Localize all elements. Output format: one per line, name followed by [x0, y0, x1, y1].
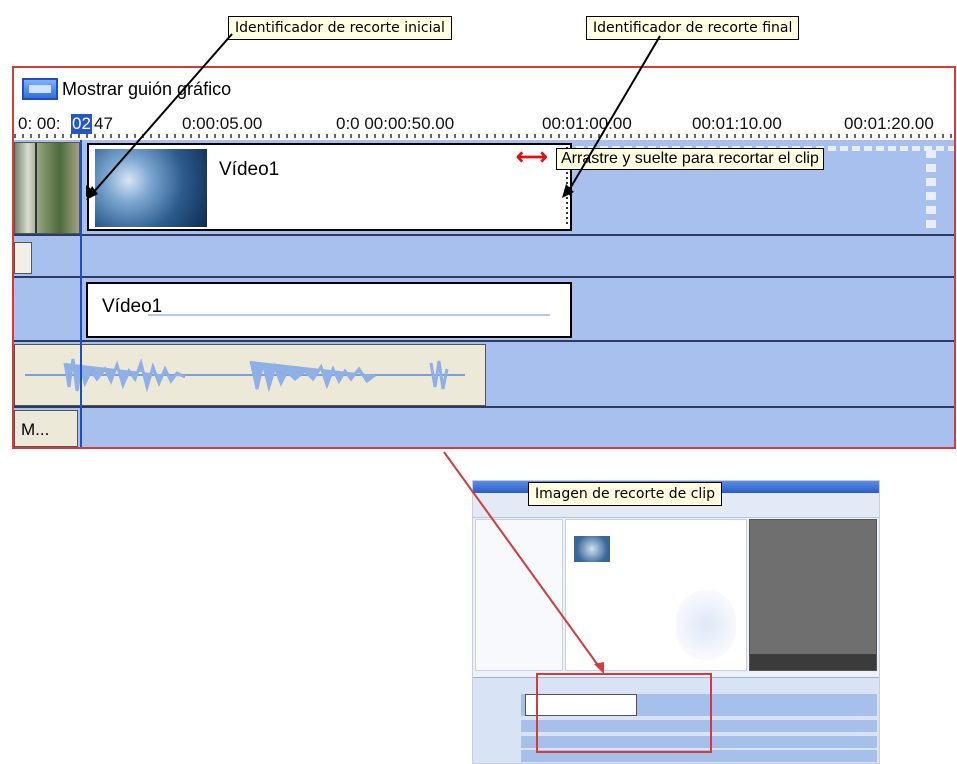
end-trim-callout: Identificador de recorte final — [586, 16, 800, 40]
trim-tooltip: Arrastre y suelte para recortar el clip — [556, 148, 824, 170]
previous-clip-thumbnail[interactable] — [14, 142, 80, 234]
mini-watermark — [676, 590, 736, 660]
mini-clip-thumbnail — [574, 536, 610, 562]
ruler-tick: 47 — [94, 114, 113, 133]
clip-thumbnail — [95, 149, 207, 227]
show-storyboard-button[interactable]: Mostrar guión gráfico — [62, 79, 231, 100]
audio-waveform — [25, 357, 465, 393]
overlay-clip[interactable]: Vídeo1 — [86, 282, 572, 338]
overlay-clip-line — [148, 314, 550, 316]
video-clip[interactable]: Vídeo1 — [87, 143, 572, 231]
storyboard-toolbar: Mostrar guión gráfico — [14, 68, 954, 108]
time-ruler[interactable]: 0: 00: 02 47 0:00:05.00 0:0 00:00:50.00 … — [14, 108, 954, 141]
playhead-marker[interactable]: 02 — [71, 114, 92, 134]
audio-track — [14, 342, 954, 408]
storyboard-icon[interactable] — [22, 78, 58, 100]
ruler-tick: 00:01:00.00 — [542, 114, 632, 133]
trim-cursor-icon: ⟷ — [516, 144, 548, 169]
ruler-tick: 0: 00: — [18, 114, 61, 133]
drop-indicator-vertical — [926, 150, 936, 228]
mini-preview-controls — [750, 654, 876, 670]
ruler-dots — [14, 134, 954, 138]
end-trim-handle[interactable] — [564, 185, 572, 197]
ruler-tick: 00:01:10.00 — [692, 114, 782, 133]
mini-tasks-pane — [475, 519, 563, 671]
audio-clip[interactable] — [14, 344, 486, 406]
transition-track — [14, 236, 954, 278]
ruler-tick: 00:01:20.00 — [844, 114, 934, 133]
start-trim-callout: Identificador de recorte inicial — [228, 16, 452, 40]
playhead-line — [80, 140, 82, 447]
music-clip[interactable]: M... — [14, 410, 78, 447]
mini-collection-pane — [565, 519, 747, 671]
transition-item[interactable] — [14, 242, 32, 274]
clip-title: Vídeo1 — [219, 159, 280, 180]
start-trim-handle[interactable] — [86, 185, 94, 197]
timeline-panel: Mostrar guión gráfico 0: 00: 02 47 0:00:… — [12, 66, 956, 449]
thumbnail-separator — [35, 143, 37, 233]
title-overlay-track: Vídeo1 — [14, 278, 954, 342]
mini-preview-monitor — [749, 519, 877, 671]
clip-image-callout: Imagen de recorte de clip — [528, 482, 723, 506]
ruler-tick: 0:00:05.00 — [182, 114, 263, 133]
mini-highlight-box — [536, 673, 712, 753]
music-track: M... — [14, 408, 954, 447]
ruler-tick: 0:0 00:00:50.00 — [336, 114, 455, 133]
